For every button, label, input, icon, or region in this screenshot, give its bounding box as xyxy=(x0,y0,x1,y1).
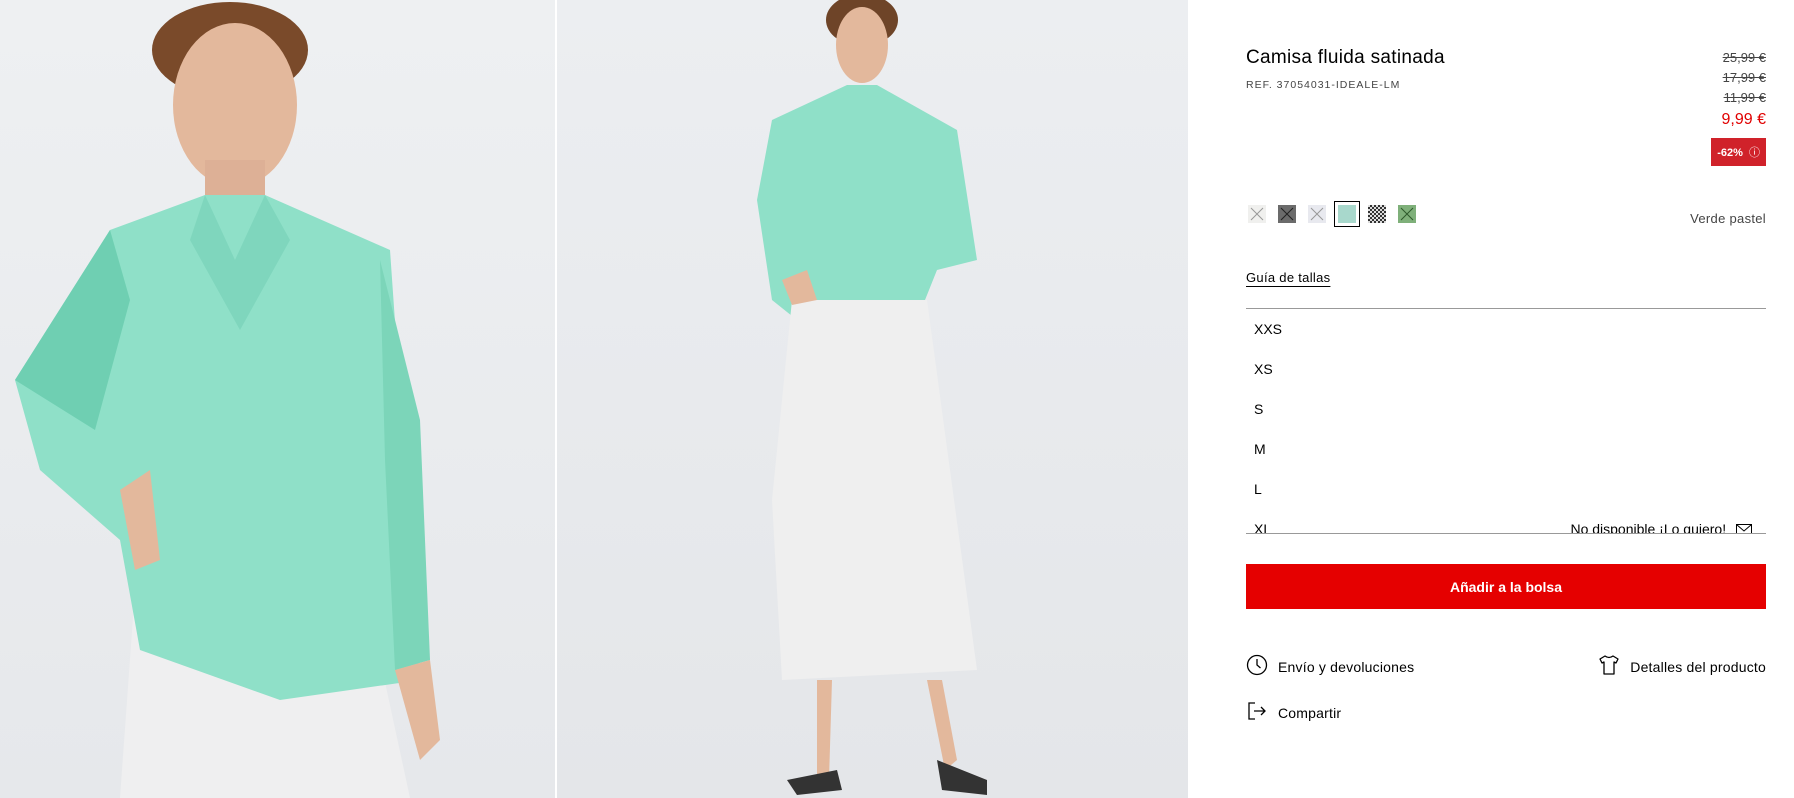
size-option[interactable]: XL xyxy=(1254,521,1271,533)
share-link[interactable]: Compartir xyxy=(1246,700,1341,725)
unavailable-cross-icon xyxy=(1250,207,1264,221)
discount-label: -62% xyxy=(1717,147,1743,159)
color-swatch[interactable] xyxy=(1334,201,1360,227)
size-option[interactable]: S xyxy=(1254,401,1263,417)
product-info-panel: Camisa fluida satinada REF. 37054031-IDE… xyxy=(1246,0,1766,798)
shipping-returns-link[interactable]: Envío y devoluciones xyxy=(1246,654,1414,679)
current-price: 9,99 € xyxy=(1721,111,1766,128)
discount-badge[interactable]: -62% ⓘ xyxy=(1711,138,1766,166)
info-icon: ⓘ xyxy=(1749,147,1760,159)
share-label: Compartir xyxy=(1278,704,1342,721)
tshirt-icon xyxy=(1598,654,1620,679)
price-block: 25,99 € 17,99 € 11,99 € 9,99 € -62% ⓘ xyxy=(1711,48,1766,166)
unavailable-cross-icon xyxy=(1310,207,1324,221)
product-details-label: Detalles del producto xyxy=(1630,658,1766,675)
old-price: 11,99 € xyxy=(1723,90,1766,105)
clock-icon xyxy=(1246,654,1268,679)
share-icon xyxy=(1246,700,1268,725)
size-option[interactable]: XS xyxy=(1254,361,1273,377)
color-swatch[interactable] xyxy=(1248,205,1266,223)
size-list[interactable]: XXS XS S M L XL No disponible ¡Lo quiero… xyxy=(1246,308,1766,534)
add-to-bag-button[interactable]: Añadir a la bolsa xyxy=(1246,564,1766,609)
mail-icon xyxy=(1730,521,1752,533)
size-option[interactable]: XXS xyxy=(1254,321,1282,337)
size-guide-link[interactable]: Guía de tallas xyxy=(1246,270,1330,285)
unavailable-cross-icon xyxy=(1280,207,1294,221)
notify-me-link[interactable]: No disponible ¡Lo quiero! xyxy=(1570,521,1752,534)
unavailable-cross-icon xyxy=(1400,207,1414,221)
product-image-full-body[interactable] xyxy=(557,0,1188,798)
product-details-link[interactable]: Detalles del producto xyxy=(1598,654,1766,679)
shipping-returns-label: Envío y devoluciones xyxy=(1278,658,1415,675)
color-swatch[interactable] xyxy=(1398,205,1416,223)
size-option[interactable]: L xyxy=(1254,481,1262,497)
color-swatches xyxy=(1248,201,1416,227)
color-swatch[interactable] xyxy=(1308,205,1326,223)
size-option[interactable]: M xyxy=(1254,441,1266,457)
selected-color-name: Verde pastel xyxy=(1690,211,1766,226)
color-swatch[interactable] xyxy=(1278,205,1296,223)
product-reference: REF. 37054031-IDEALE-LM xyxy=(1246,79,1401,91)
unavailable-text: No disponible ¡Lo quiero! xyxy=(1570,521,1727,534)
product-title: Camisa fluida satinada xyxy=(1246,47,1445,68)
old-price: 25,99 € xyxy=(1722,50,1766,65)
product-image-main[interactable] xyxy=(0,0,555,798)
color-swatch[interactable] xyxy=(1368,205,1386,223)
old-price: 17,99 € xyxy=(1722,70,1766,85)
